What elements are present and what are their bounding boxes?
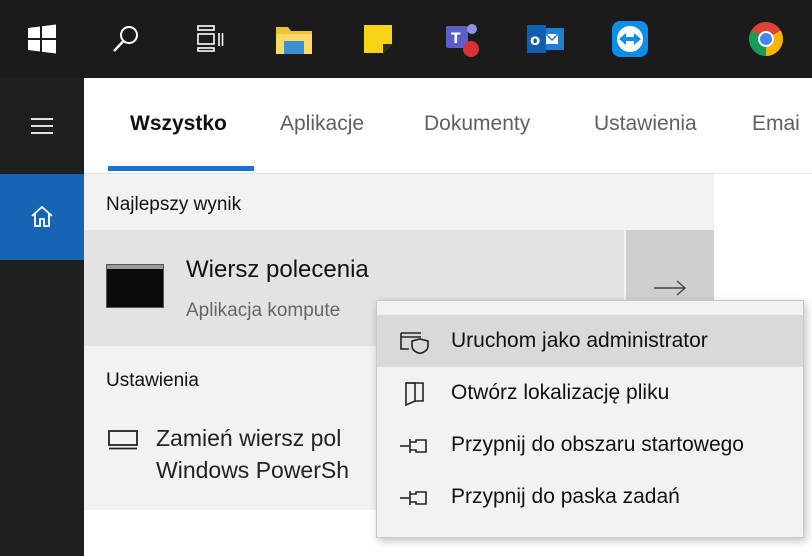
- svg-text:o: o: [530, 31, 540, 49]
- chrome-icon: [749, 22, 783, 56]
- home-icon: [31, 205, 53, 227]
- left-rail: [0, 78, 84, 556]
- menu-label-pin-to-taskbar: Przypnij do paska zadań: [451, 485, 680, 508]
- run-as-admin-icon: [399, 329, 431, 355]
- hamburger-menu-button[interactable]: [0, 78, 84, 174]
- sticky-notes-icon: [364, 25, 392, 53]
- menu-label-pin-to-start: Przypnij do obszaru startowego: [451, 433, 744, 456]
- best-match-heading: Najlepszy wynik: [106, 194, 242, 215]
- start-button[interactable]: [0, 0, 84, 78]
- chrome-button[interactable]: [724, 0, 808, 78]
- windows-logo-icon: [28, 24, 56, 54]
- search-tabs: Wszystko Aplikacje Dokumenty Ustawienia …: [84, 78, 812, 174]
- active-tab-indicator: [108, 166, 254, 171]
- task-view-button[interactable]: [168, 0, 252, 78]
- settings-result-text: Zamień wiersz pol Windows PowerSh: [156, 422, 349, 486]
- teamviewer-button[interactable]: [588, 0, 672, 78]
- search-button[interactable]: [84, 0, 168, 78]
- outlook-button[interactable]: o: [504, 0, 588, 78]
- menu-item-open-file-location[interactable]: Otwórz lokalizację pliku: [377, 367, 803, 419]
- home-button[interactable]: [0, 174, 84, 260]
- menu-item-pin-to-start[interactable]: Przypnij do obszaru startowego: [377, 419, 803, 471]
- pin-icon: [399, 485, 431, 511]
- command-prompt-icon: [106, 264, 164, 308]
- best-match-title: Wiersz polecenia: [186, 256, 369, 283]
- settings-heading: Ustawienia: [106, 370, 199, 391]
- tab-email[interactable]: Emai: [752, 112, 800, 136]
- pin-icon: [399, 433, 431, 459]
- file-explorer-icon: [276, 27, 312, 54]
- hamburger-icon: [31, 118, 53, 134]
- tab-apps[interactable]: Aplikacje: [280, 112, 364, 136]
- file-explorer-button[interactable]: [252, 0, 336, 78]
- monitor-icon: [108, 430, 138, 450]
- outlook-icon: o: [527, 25, 564, 53]
- menu-item-pin-to-taskbar[interactable]: Przypnij do paska zadań: [377, 471, 803, 523]
- best-match-subtitle: Aplikacja kompute: [186, 300, 341, 321]
- arrow-right-icon: [654, 280, 687, 296]
- sticky-notes-button[interactable]: [336, 0, 420, 78]
- menu-label-open-file-location: Otwórz lokalizację pliku: [451, 381, 670, 404]
- settings-result-line1: Zamień wiersz pol: [156, 425, 342, 451]
- svg-text:T: T: [451, 31, 461, 47]
- context-menu: Uruchom jako administrator Otwórz lokali…: [376, 300, 804, 538]
- tab-all[interactable]: Wszystko: [130, 112, 227, 136]
- file-location-icon: [399, 381, 431, 407]
- tab-documents[interactable]: Dokumenty: [424, 112, 530, 136]
- teams-button[interactable]: T: [420, 0, 504, 78]
- tab-settings[interactable]: Ustawienia: [594, 112, 697, 136]
- taskbar: T o: [0, 0, 812, 78]
- search-icon: [113, 26, 138, 52]
- menu-item-run-as-admin[interactable]: Uruchom jako administrator: [377, 315, 803, 367]
- task-view-icon: [197, 25, 224, 52]
- teams-icon: T: [446, 24, 479, 57]
- settings-result-line2: Windows PowerSh: [156, 457, 350, 483]
- menu-label-run-as-admin: Uruchom jako administrator: [451, 329, 708, 352]
- teamviewer-icon: [612, 21, 648, 57]
